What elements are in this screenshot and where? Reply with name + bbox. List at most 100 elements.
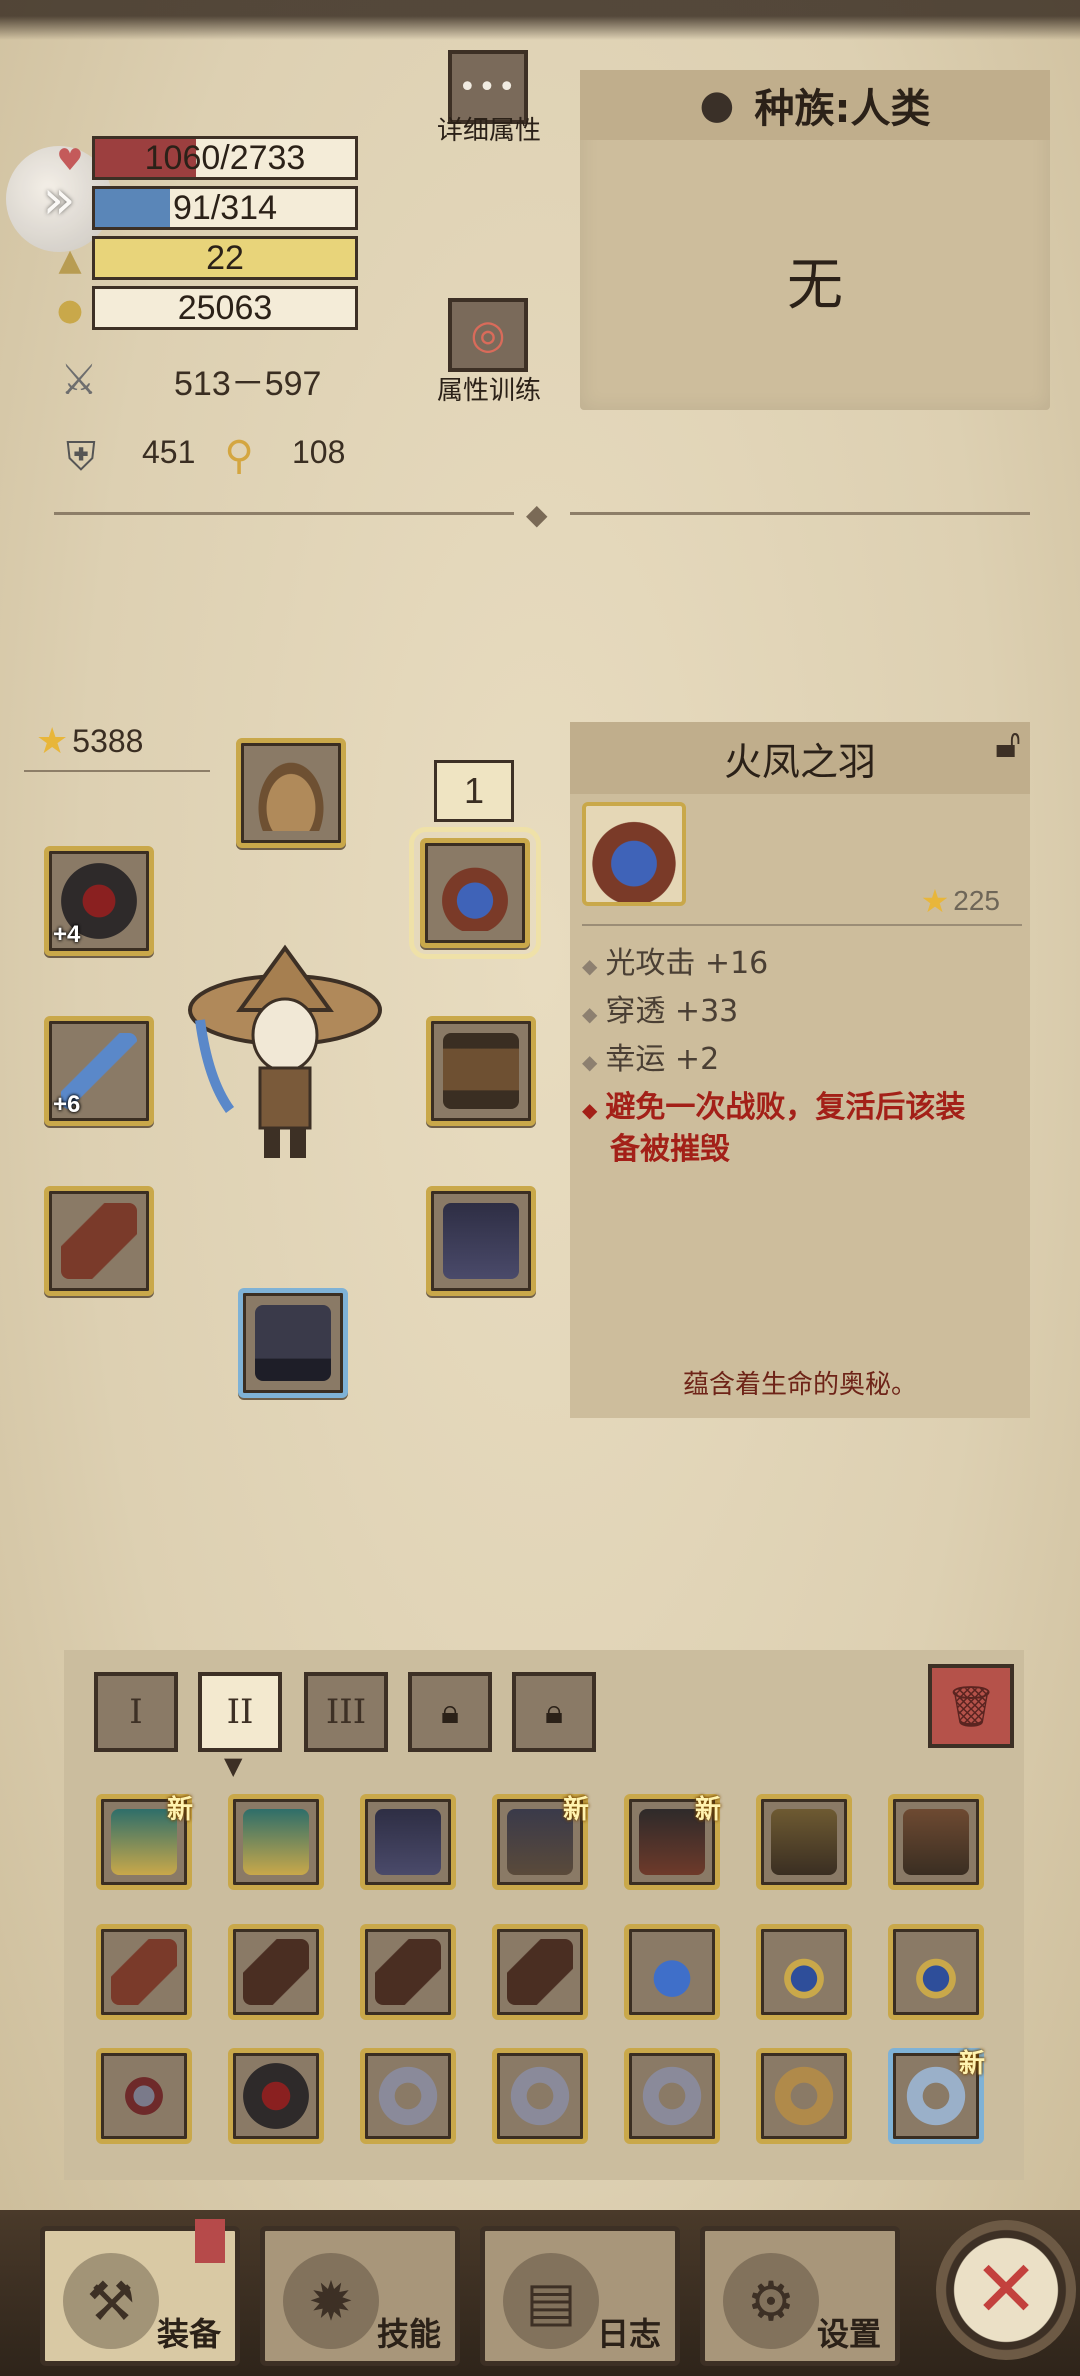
- inventory-slot[interactable]: [756, 1794, 852, 1890]
- close-button[interactable]: ✕: [936, 2220, 1076, 2360]
- power-underline: [24, 770, 210, 772]
- gold-ring-icon: [771, 2063, 837, 2129]
- diamond-bullet-icon: ◆: [582, 954, 598, 978]
- item-power-value: 225: [953, 885, 1000, 916]
- laced-boots-icon: [903, 1809, 969, 1875]
- equip-slot-gloves[interactable]: [44, 1186, 154, 1296]
- inventory-slot[interactable]: [360, 1924, 456, 2020]
- attr-text: 光攻击 +16: [605, 946, 769, 981]
- defense-value: 451: [142, 434, 196, 470]
- inventory-slot[interactable]: [756, 1924, 852, 2020]
- mp-bar: 91/314: [92, 186, 358, 230]
- race-header: ● 种族:人类: [580, 70, 1050, 140]
- divider-left: [54, 512, 514, 515]
- star-icon: ★: [920, 883, 950, 919]
- gold-coin-icon: ●: [56, 292, 84, 328]
- race-panel: ● 种族:人类 无: [580, 70, 1050, 410]
- tab-page-1[interactable]: I: [94, 1672, 178, 1752]
- tab-locked-5[interactable]: 🔒︎: [512, 1672, 596, 1752]
- magic-wand-icon: ⚲: [224, 433, 254, 479]
- inventory-slot[interactable]: [492, 2048, 588, 2144]
- nav-settings-button[interactable]: ⚙ 设置: [700, 2226, 900, 2366]
- equip-slot-weapon[interactable]: +6: [44, 1016, 154, 1126]
- wrapped-bracer-icon: [243, 1939, 309, 2005]
- special-attr-text: 避免一次战败，复活后该装: [605, 1090, 966, 1125]
- attribute-training-button[interactable]: ◎: [448, 298, 528, 372]
- axe-icon: ⚒: [63, 2253, 159, 2349]
- inventory-slot[interactable]: [492, 1924, 588, 2020]
- set-badge[interactable]: 1: [434, 760, 514, 822]
- gear-power: ★ 5388: [36, 720, 143, 762]
- inventory-slot[interactable]: 新: [888, 2048, 985, 2144]
- nav-log-label: 日志: [596, 2315, 661, 2353]
- gear-icon: ⚙: [723, 2253, 819, 2349]
- equip-slot-amulet[interactable]: [409, 827, 541, 959]
- inventory-slot[interactable]: [228, 1794, 324, 1890]
- nav-log-button[interactable]: ▤ 日志: [480, 2226, 680, 2366]
- weapon-enhance-level: +6: [53, 1091, 81, 1118]
- inventory-slot[interactable]: [96, 1924, 192, 2020]
- new-badge: 新: [562, 1795, 589, 1825]
- inventory-slot[interactable]: [888, 1794, 984, 1890]
- dark-boots-icon: [255, 1305, 331, 1381]
- inventory-slot[interactable]: 新: [492, 1794, 589, 1890]
- diamond-bullet-icon: ◆: [582, 1050, 598, 1074]
- level-triangle-icon: ▲: [58, 242, 82, 278]
- inventory-slot[interactable]: [228, 2048, 324, 2144]
- attr-line: ◆ 幸运 +2: [582, 1034, 719, 1078]
- level-bar: 22: [92, 236, 358, 280]
- skill-emblem-icon: ✹: [283, 2253, 379, 2349]
- tab-locked-4[interactable]: 🔒︎: [408, 1672, 492, 1752]
- equip-slot-hat[interactable]: [236, 738, 346, 848]
- equip-slot-armor[interactable]: [426, 1016, 536, 1126]
- new-badge: 新: [694, 1795, 721, 1825]
- inventory-slot[interactable]: [756, 2048, 852, 2144]
- attr-text: 穿透 +33: [605, 994, 739, 1029]
- item-detail-title: 火凤之羽: [570, 722, 1030, 794]
- inventory-slot[interactable]: 新: [96, 1794, 193, 1890]
- blue-gem-necklace-icon: [639, 1939, 705, 2005]
- dark-pants-icon: [375, 1809, 441, 1875]
- ring-enhance-level: +4: [53, 921, 81, 948]
- item-detail-icon: [582, 802, 686, 906]
- phoenix-feather-icon: [437, 855, 513, 931]
- race-label: 种族:人类: [754, 86, 931, 132]
- leather-armor-icon: [443, 1033, 519, 1109]
- inventory-slot[interactable]: [888, 1924, 984, 2020]
- trash-button[interactable]: 🗑︎: [928, 1664, 1014, 1748]
- inventory-slot[interactable]: [360, 1794, 456, 1890]
- inventory-slot[interactable]: [360, 2048, 456, 2144]
- wrapped-bracer-icon: [375, 1939, 441, 2005]
- equip-slot-ring[interactable]: +4: [44, 846, 154, 956]
- crossed-swords-icon: ⚔: [60, 354, 98, 404]
- horned-ring-icon: [639, 2063, 705, 2129]
- star-icon: ★: [36, 720, 69, 761]
- nav-skills-label: 技能: [376, 2315, 441, 2353]
- equip-slot-boots[interactable]: [238, 1288, 348, 1398]
- attr-line: ◆ 光攻击 +16: [582, 938, 768, 982]
- attr-line: ◆ 穿透 +33: [582, 986, 738, 1030]
- journal-icon: ▤: [503, 2253, 599, 2349]
- divider-ornament-icon: ◆: [526, 498, 548, 531]
- tab-page-3[interactable]: III: [304, 1672, 388, 1752]
- mp-value: 91/314: [173, 188, 277, 227]
- bracer-icon: [111, 1939, 177, 2005]
- horned-ring-icon: [507, 2063, 573, 2129]
- level-value: 22: [206, 238, 244, 277]
- unlock-icon[interactable]: 🔓︎: [978, 714, 1038, 774]
- nav-skills-button[interactable]: ✹ 技能: [260, 2226, 460, 2366]
- attribute-training-label: 属性训练: [436, 376, 541, 406]
- dots-icon: •••: [458, 69, 518, 105]
- inventory-slot[interactable]: 新: [624, 1794, 721, 1890]
- tab-page-2[interactable]: II: [198, 1672, 282, 1752]
- inventory-slot[interactable]: [96, 2048, 192, 2144]
- equip-slot-pants[interactable]: [426, 1186, 536, 1296]
- inventory-slot[interactable]: [624, 2048, 720, 2144]
- nav-equip-button[interactable]: ⚒ 装备: [40, 2219, 240, 2366]
- inventory-slot[interactable]: [228, 1924, 324, 2020]
- magic-value: 108: [292, 434, 346, 470]
- hp-value: 1060/2733: [144, 138, 306, 177]
- spiked-pendant-icon: [111, 2063, 177, 2129]
- detail-attributes-label: 详细属性: [436, 116, 541, 146]
- inventory-slot[interactable]: [624, 1924, 720, 2020]
